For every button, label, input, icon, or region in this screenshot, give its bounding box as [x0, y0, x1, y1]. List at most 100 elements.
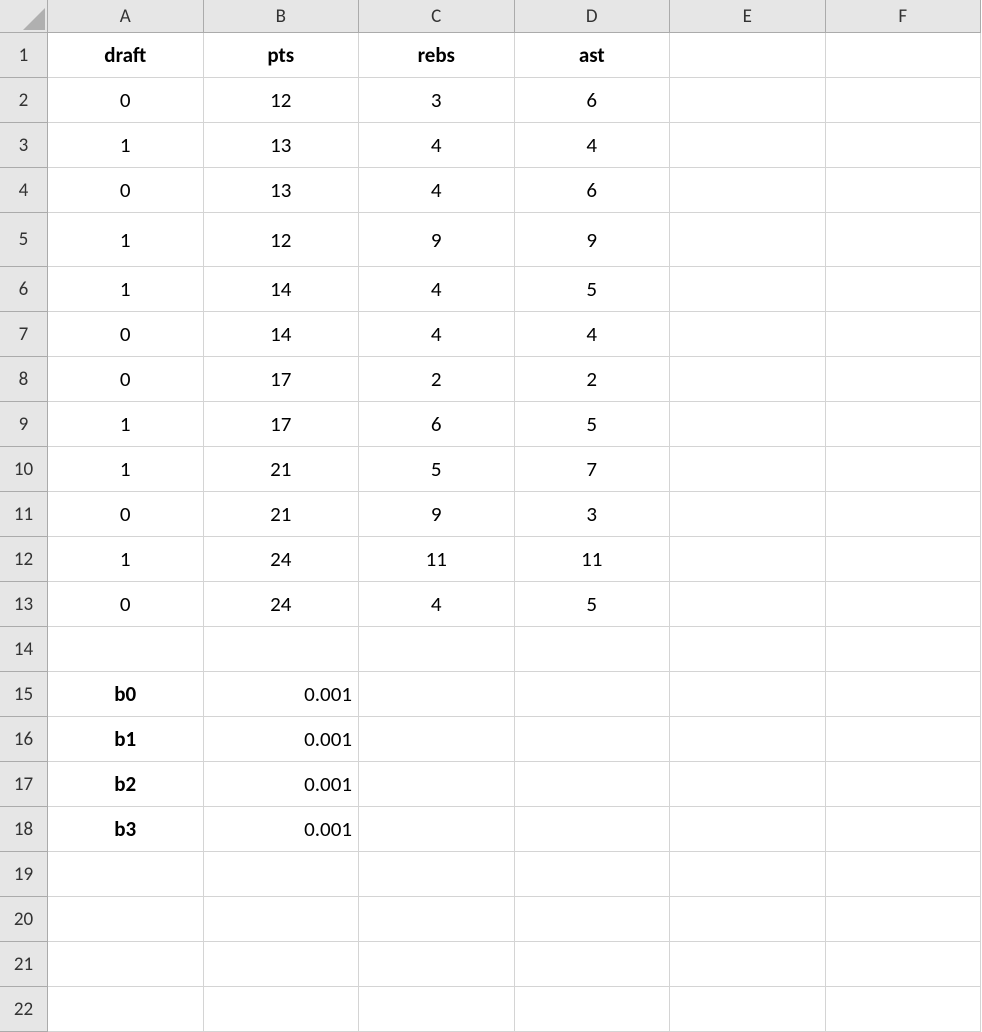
cell-d18[interactable] — [515, 807, 671, 852]
cell-d5[interactable]: 9 — [515, 213, 671, 267]
cell-c13[interactable]: 4 — [359, 582, 515, 627]
cell-b7[interactable]: 14 — [204, 312, 360, 357]
row-header-3[interactable]: 3 — [0, 123, 48, 168]
cell-e17[interactable] — [670, 762, 826, 807]
cell-f7[interactable] — [826, 312, 982, 357]
cell-e9[interactable] — [670, 402, 826, 447]
row-header-1[interactable]: 1 — [0, 33, 48, 78]
cell-f2[interactable] — [826, 78, 982, 123]
cell-c16[interactable] — [359, 717, 515, 762]
cell-b15[interactable]: 0.001 — [204, 672, 360, 717]
cell-b17[interactable]: 0.001 — [204, 762, 360, 807]
cell-f8[interactable] — [826, 357, 982, 402]
cell-b9[interactable]: 17 — [204, 402, 360, 447]
cell-b13[interactable]: 24 — [204, 582, 360, 627]
cell-e19[interactable] — [670, 852, 826, 897]
cell-b1[interactable]: pts — [204, 33, 360, 78]
cell-b16[interactable]: 0.001 — [204, 717, 360, 762]
cell-a14[interactable] — [48, 627, 204, 672]
cell-a12[interactable]: 1 — [48, 537, 204, 582]
column-header-a[interactable]: A — [48, 0, 204, 33]
cell-f22[interactable] — [826, 987, 982, 1032]
cell-e13[interactable] — [670, 582, 826, 627]
cell-b11[interactable]: 21 — [204, 492, 360, 537]
row-header-20[interactable]: 20 — [0, 897, 48, 942]
cell-d19[interactable] — [515, 852, 671, 897]
cell-f11[interactable] — [826, 492, 982, 537]
cell-f9[interactable] — [826, 402, 982, 447]
cell-a20[interactable] — [48, 897, 204, 942]
row-header-13[interactable]: 13 — [0, 582, 48, 627]
row-header-18[interactable]: 18 — [0, 807, 48, 852]
column-header-b[interactable]: B — [204, 0, 360, 33]
cell-a22[interactable] — [48, 987, 204, 1032]
cell-d6[interactable]: 5 — [515, 267, 671, 312]
cell-c9[interactable]: 6 — [359, 402, 515, 447]
cell-d2[interactable]: 6 — [515, 78, 671, 123]
row-header-2[interactable]: 2 — [0, 78, 48, 123]
cell-c8[interactable]: 2 — [359, 357, 515, 402]
cell-a8[interactable]: 0 — [48, 357, 204, 402]
cell-d11[interactable]: 3 — [515, 492, 671, 537]
cell-a17[interactable]: b2 — [48, 762, 204, 807]
cell-d17[interactable] — [515, 762, 671, 807]
row-header-9[interactable]: 9 — [0, 402, 48, 447]
cell-f18[interactable] — [826, 807, 982, 852]
cell-f21[interactable] — [826, 942, 982, 987]
cell-b8[interactable]: 17 — [204, 357, 360, 402]
cell-c22[interactable] — [359, 987, 515, 1032]
cell-a9[interactable]: 1 — [48, 402, 204, 447]
cell-d20[interactable] — [515, 897, 671, 942]
cell-e1[interactable] — [670, 33, 826, 78]
cell-c10[interactable]: 5 — [359, 447, 515, 492]
cell-a11[interactable]: 0 — [48, 492, 204, 537]
column-header-f[interactable]: F — [826, 0, 982, 33]
cell-f4[interactable] — [826, 168, 982, 213]
row-header-11[interactable]: 11 — [0, 492, 48, 537]
cell-b18[interactable]: 0.001 — [204, 807, 360, 852]
cell-b4[interactable]: 13 — [204, 168, 360, 213]
cell-d15[interactable] — [515, 672, 671, 717]
cell-c21[interactable] — [359, 942, 515, 987]
cell-d13[interactable]: 5 — [515, 582, 671, 627]
cell-e16[interactable] — [670, 717, 826, 762]
row-header-17[interactable]: 17 — [0, 762, 48, 807]
cell-d12[interactable]: 11 — [515, 537, 671, 582]
cell-b10[interactable]: 21 — [204, 447, 360, 492]
cell-d1[interactable]: ast — [515, 33, 671, 78]
cell-e15[interactable] — [670, 672, 826, 717]
cell-f10[interactable] — [826, 447, 982, 492]
cell-f20[interactable] — [826, 897, 982, 942]
cell-a6[interactable]: 1 — [48, 267, 204, 312]
cell-e4[interactable] — [670, 168, 826, 213]
select-all-corner[interactable] — [0, 0, 48, 33]
cell-f5[interactable] — [826, 213, 982, 267]
row-header-15[interactable]: 15 — [0, 672, 48, 717]
cell-b14[interactable] — [204, 627, 360, 672]
cell-e12[interactable] — [670, 537, 826, 582]
cell-a16[interactable]: b1 — [48, 717, 204, 762]
cell-f19[interactable] — [826, 852, 982, 897]
cell-f17[interactable] — [826, 762, 982, 807]
cell-a3[interactable]: 1 — [48, 123, 204, 168]
cell-a15[interactable]: b0 — [48, 672, 204, 717]
cell-f15[interactable] — [826, 672, 982, 717]
cell-c17[interactable] — [359, 762, 515, 807]
cell-d7[interactable]: 4 — [515, 312, 671, 357]
cell-e6[interactable] — [670, 267, 826, 312]
row-header-5[interactable]: 5 — [0, 213, 48, 267]
cell-c5[interactable]: 9 — [359, 213, 515, 267]
cell-b6[interactable]: 14 — [204, 267, 360, 312]
row-header-19[interactable]: 19 — [0, 852, 48, 897]
cell-c7[interactable]: 4 — [359, 312, 515, 357]
cell-e21[interactable] — [670, 942, 826, 987]
cell-b5[interactable]: 12 — [204, 213, 360, 267]
row-header-4[interactable]: 4 — [0, 168, 48, 213]
cell-f12[interactable] — [826, 537, 982, 582]
cell-a18[interactable]: b3 — [48, 807, 204, 852]
cell-c19[interactable] — [359, 852, 515, 897]
cell-a5[interactable]: 1 — [48, 213, 204, 267]
cell-d14[interactable] — [515, 627, 671, 672]
cell-e5[interactable] — [670, 213, 826, 267]
cell-f3[interactable] — [826, 123, 982, 168]
